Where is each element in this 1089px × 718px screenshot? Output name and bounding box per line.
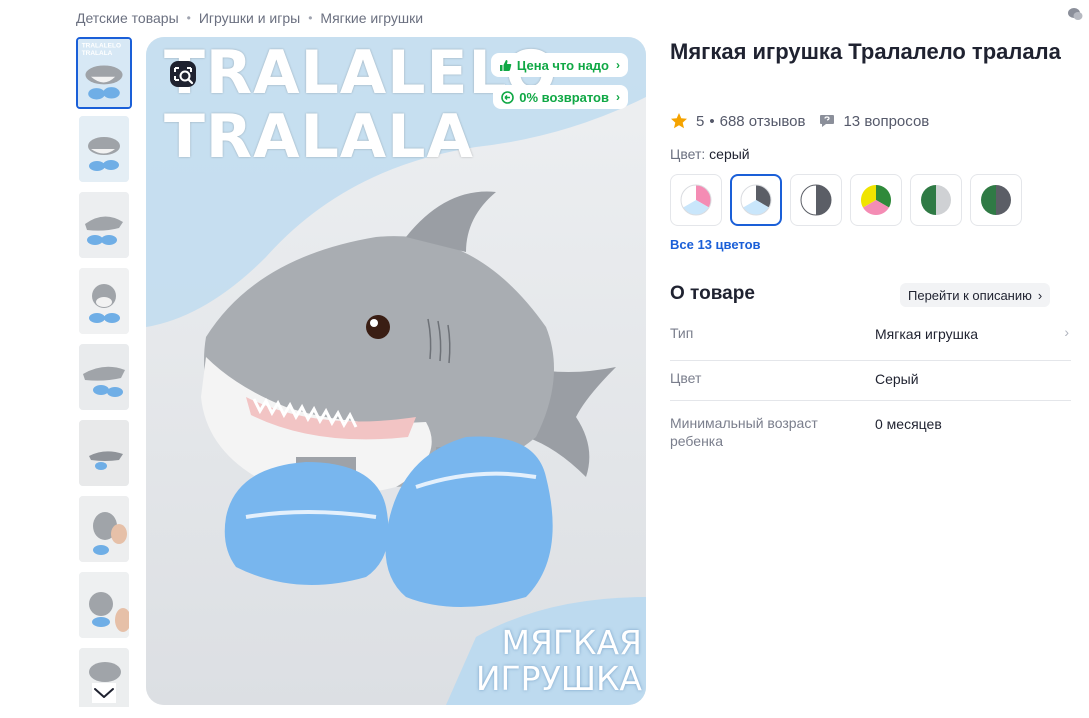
chevron-right-icon: › bbox=[616, 90, 620, 104]
attribute-value: Серый bbox=[875, 371, 919, 387]
chevron-right-icon: › bbox=[1037, 287, 1043, 303]
attribute-value: Мягкая игрушка bbox=[875, 326, 979, 342]
attribute-key: Цвет bbox=[670, 370, 702, 386]
thumbnail-4[interactable] bbox=[79, 268, 129, 334]
promo-returns-label: 0% возвратов bbox=[519, 89, 609, 105]
attribute-row-min-age: Минимальный возраст ребенка 0 месяцев bbox=[670, 414, 1071, 454]
color-swatch-gray-white[interactable] bbox=[790, 174, 842, 226]
thumbnail-scroll-down-button[interactable] bbox=[92, 683, 116, 703]
thumbnail-2[interactable] bbox=[79, 116, 129, 182]
all-colors-link[interactable]: Все 13 цветов bbox=[670, 237, 761, 252]
image-overlay-subtitle-line1: МЯГКАЯ bbox=[501, 623, 642, 662]
thumbnail-3[interactable] bbox=[79, 192, 129, 258]
color-swatch-icon bbox=[800, 184, 832, 216]
breadcrumb-item[interactable]: Игрушки и игры bbox=[199, 10, 300, 26]
color-swatches bbox=[670, 174, 1022, 226]
thumbnail-7[interactable] bbox=[79, 496, 129, 562]
color-swatch-yellow-green-pink[interactable] bbox=[850, 174, 902, 226]
color-swatch-pink-lightblue[interactable] bbox=[670, 174, 722, 226]
image-overlay-subtitle-line2: ИГРУШКА bbox=[475, 659, 642, 698]
color-swatch-icon bbox=[860, 185, 892, 216]
rating-value: 5 bbox=[696, 112, 705, 130]
return-icon bbox=[501, 90, 515, 104]
star-icon bbox=[671, 113, 687, 129]
chat-icon[interactable] bbox=[1067, 6, 1083, 24]
color-swatch-icon bbox=[680, 184, 712, 216]
thumbnail-strip: TRALALELO TRALALA bbox=[76, 37, 132, 707]
about-product-title: О товаре bbox=[670, 283, 755, 304]
attribute-row-type: Тип Мягкая игрушка › bbox=[670, 324, 1071, 361]
chevron-right-icon: › bbox=[616, 58, 620, 72]
breadcrumb-item[interactable]: Детские товары bbox=[76, 10, 179, 26]
breadcrumb: Детские товары • Игрушки и игры • Мягкие… bbox=[76, 8, 423, 28]
thumb-text-line1: TRALALELO bbox=[82, 42, 121, 49]
attribute-row-color: Цвет Серый bbox=[670, 369, 1071, 401]
question-bubble-icon bbox=[820, 115, 835, 127]
breadcrumb-separator: • bbox=[186, 11, 191, 25]
color-label: Цвет: серый bbox=[670, 146, 750, 162]
promo-price-label: Цена что надо bbox=[516, 57, 609, 73]
chevron-down-icon bbox=[94, 688, 114, 698]
attribute-value: 0 месяцев bbox=[875, 416, 942, 432]
color-swatch-icon bbox=[921, 185, 951, 215]
product-title: Мягкая игрушка Тралалело тралала bbox=[670, 39, 1061, 64]
color-swatch-green-lightgray[interactable] bbox=[910, 174, 962, 226]
search-by-photo-icon bbox=[170, 61, 196, 87]
attribute-key: Тип bbox=[670, 325, 694, 341]
questions-link[interactable]: 13 вопросов bbox=[843, 113, 929, 130]
attribute-key: Минимальный возраст ребенка bbox=[670, 415, 818, 449]
thumbnail-1[interactable]: TRALALELO TRALALA bbox=[76, 37, 132, 109]
image-overlay-subtitle: МЯГКАЯ ИГРУШКА bbox=[476, 625, 642, 697]
reviews-link[interactable]: 688 отзывов bbox=[720, 113, 806, 130]
main-product-image[interactable]: TRALALELO TRALALA МЯГКАЯ ИГРУШКА Цена чт… bbox=[146, 37, 646, 705]
thumbnail-6[interactable] bbox=[79, 420, 129, 486]
color-swatch-icon bbox=[981, 185, 1011, 215]
promo-price-badge[interactable]: Цена что надо › bbox=[490, 53, 628, 77]
promo-returns-badge[interactable]: 0% возвратов › bbox=[493, 85, 628, 109]
breadcrumb-separator: • bbox=[308, 11, 313, 25]
thumb-text-line2: TRALALA bbox=[82, 50, 113, 57]
color-swatch-icon bbox=[740, 184, 772, 216]
search-by-photo-button[interactable] bbox=[164, 55, 202, 93]
color-swatch-gray-lightblue[interactable] bbox=[730, 174, 782, 226]
breadcrumb-item[interactable]: Мягкие игрушки bbox=[320, 10, 423, 26]
thumbnail-8[interactable] bbox=[79, 572, 129, 638]
selected-color-value: серый bbox=[709, 146, 750, 162]
goto-description-label: Перейти к описанию bbox=[908, 287, 1032, 303]
chevron-right-icon[interactable]: › bbox=[1064, 324, 1069, 340]
thumbs-up-icon bbox=[499, 59, 512, 71]
image-overlay-title-line2: TRALALA bbox=[164, 102, 474, 172]
rating-separator: • bbox=[709, 112, 715, 130]
color-label-text: Цвет: bbox=[670, 146, 706, 162]
thumbnail-5[interactable] bbox=[79, 344, 129, 410]
goto-description-button[interactable]: Перейти к описанию › bbox=[900, 283, 1051, 307]
color-swatch-green-gray[interactable] bbox=[970, 174, 1022, 226]
rating-row: 5 • 688 отзывов 13 вопросов bbox=[670, 110, 929, 132]
